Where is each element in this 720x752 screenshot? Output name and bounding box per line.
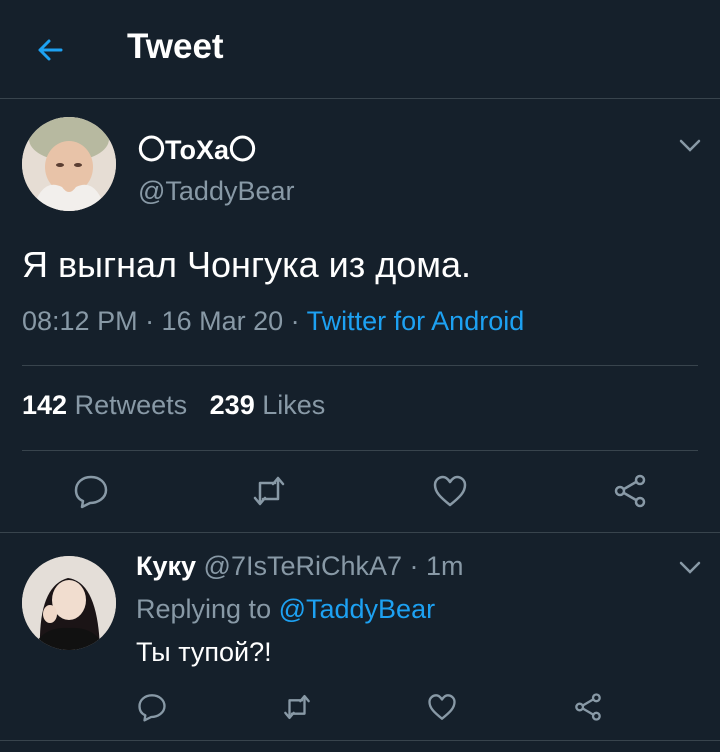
replying-to-link[interactable]: @TaddyBear: [279, 594, 436, 624]
page-title: Tweet: [127, 27, 224, 66]
likes-label: Likes: [262, 390, 326, 420]
like-heart-icon[interactable]: [432, 473, 468, 509]
user-handle[interactable]: @TaddyBear: [138, 176, 295, 207]
reply-icon[interactable]: [137, 692, 167, 722]
share-icon[interactable]: [612, 473, 648, 509]
reply-icon[interactable]: [73, 473, 109, 509]
tweet-text: Я выгнал Чонгука из дома.: [22, 244, 472, 285]
reply-handle-time: @7IsTeRiChkA7 · 1m: [196, 551, 464, 581]
reply-text: Ты тупой?!: [136, 637, 272, 667]
retweets-stat[interactable]: 142 Retweets: [22, 390, 187, 420]
share-icon[interactable]: [573, 692, 603, 722]
divider: [0, 532, 720, 533]
arrow-left-icon[interactable]: [34, 34, 66, 66]
retweet-icon[interactable]: [251, 473, 287, 509]
reply-display-name[interactable]: Куку: [136, 551, 196, 581]
replying-label: Replying to: [136, 594, 279, 624]
likes-count: 239: [209, 390, 255, 420]
display-name[interactable]: 〇ToXa〇: [138, 128, 256, 167]
tweet-meta: 08:12 PM · 16 Mar 20 · Twitter for Andro…: [22, 306, 524, 337]
tweet-timestamp: 08:12 PM · 16 Mar 20 ·: [22, 306, 307, 336]
retweets-label: Retweets: [74, 390, 188, 420]
engagement-stats: 142 Retweets 239 Likes: [22, 390, 325, 421]
reply-header: Куку @7IsTeRiChkA7 · 1m: [136, 551, 464, 582]
retweet-icon[interactable]: [282, 692, 312, 722]
chevron-down-icon[interactable]: [679, 139, 701, 153]
divider: [0, 740, 720, 741]
retweets-count: 142: [22, 390, 68, 420]
likes-stat[interactable]: 239 Likes: [210, 390, 326, 420]
avatar[interactable]: [22, 117, 116, 211]
replying-to: Replying to @TaddyBear: [136, 594, 435, 625]
divider: [22, 365, 698, 366]
chevron-down-icon[interactable]: [679, 561, 701, 575]
like-heart-icon[interactable]: [427, 692, 457, 722]
avatar[interactable]: [22, 556, 116, 650]
tweet-source-link[interactable]: Twitter for Android: [307, 306, 525, 336]
divider: [22, 450, 698, 451]
top-bar: Tweet: [0, 0, 720, 99]
